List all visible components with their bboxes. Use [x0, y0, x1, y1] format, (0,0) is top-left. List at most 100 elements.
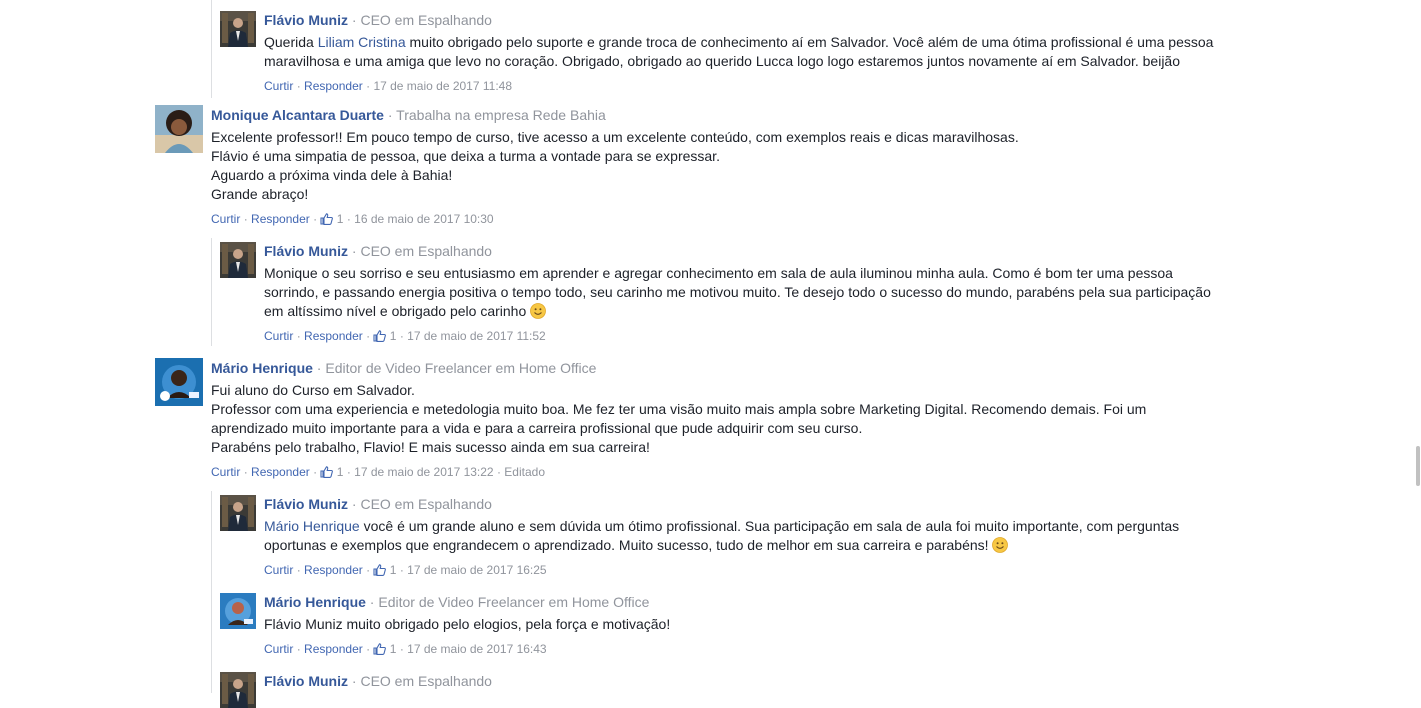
comment-text: Querida: [264, 34, 318, 50]
like-count[interactable]: 1: [390, 563, 397, 577]
separator: ·: [243, 212, 248, 226]
thread-line: [211, 491, 212, 693]
like-button[interactable]: Curtir: [264, 79, 293, 93]
separator: ·: [313, 465, 318, 479]
author-role: CEO em Espalhando: [360, 496, 492, 512]
like-icon[interactable]: [373, 330, 386, 342]
separator: ·: [399, 563, 404, 577]
comment-text: Professor com uma experiencia e metedolo…: [211, 401, 1147, 417]
timestamp[interactable]: 17 de maio de 2017 13:22: [354, 465, 493, 479]
scrollbar-thumb[interactable]: [1416, 446, 1420, 486]
separator: ·: [296, 642, 301, 656]
separator: ·: [296, 79, 301, 93]
comment-text: Grande abraço!: [211, 186, 309, 202]
thread-line: [211, 238, 212, 346]
mention-link[interactable]: Liliam Cristina: [318, 34, 406, 50]
comment-text: sorrindo, e passando energia positiva o …: [264, 284, 1211, 300]
author-name[interactable]: Mário Henrique: [264, 594, 366, 610]
comment-text: muito obrigado pelo suporte e grande tro…: [405, 34, 1214, 50]
reply-button[interactable]: Responder: [304, 642, 363, 656]
author-name[interactable]: Flávio Muniz: [264, 673, 348, 689]
separator: ·: [296, 563, 301, 577]
author-name[interactable]: Mário Henrique: [211, 360, 313, 376]
avatar[interactable]: [220, 672, 256, 708]
separator: ·: [351, 243, 357, 259]
like-icon[interactable]: [320, 466, 333, 478]
separator: ·: [366, 79, 371, 93]
author-role: Editor de Video Freelancer em Home Offic…: [378, 594, 650, 610]
comment-text: maravilhosa e uma amiga que levo no cora…: [264, 53, 1181, 69]
author-name[interactable]: Flávio Muniz: [264, 12, 348, 28]
reply-button[interactable]: Responder: [304, 329, 363, 343]
separator: ·: [387, 107, 393, 123]
avatar[interactable]: [220, 242, 256, 278]
comment-text: você é um grande aluno e sem dúvida um ó…: [359, 518, 1180, 534]
timestamp[interactable]: 17 de maio de 2017 16:25: [407, 563, 546, 577]
avatar[interactable]: [220, 11, 256, 47]
smile-emoji-icon: [992, 537, 1008, 553]
separator: ·: [346, 465, 351, 479]
separator: ·: [399, 329, 404, 343]
comment-text: em altíssimo nível e obrigado pelo carin…: [264, 303, 531, 319]
separator: ·: [316, 360, 322, 376]
separator: ·: [399, 642, 404, 656]
reply-button[interactable]: Responder: [304, 563, 363, 577]
separator: ·: [366, 563, 371, 577]
separator: ·: [351, 673, 357, 689]
separator: ·: [351, 496, 357, 512]
mention-link[interactable]: Mário Henrique: [264, 518, 360, 534]
comment-text: Fui aluno do Curso em Salvador.: [211, 382, 415, 398]
avatar[interactable]: [220, 593, 256, 629]
like-button[interactable]: Curtir: [264, 563, 293, 577]
author-role: CEO em Espalhando: [360, 673, 492, 689]
author-name[interactable]: Monique Alcantara Duarte: [211, 107, 384, 123]
reply-button[interactable]: Responder: [304, 79, 363, 93]
separator: ·: [243, 465, 248, 479]
smile-emoji-icon: [530, 303, 546, 319]
author-role: Trabalha na empresa Rede Bahia: [396, 107, 606, 123]
comment-text: oportunas e exemplos que engrandecem o a…: [264, 537, 993, 553]
avatar[interactable]: [155, 105, 203, 153]
comment-text: Parabéns pelo trabalho, Flavio! E mais s…: [211, 439, 650, 455]
separator: ·: [496, 465, 501, 479]
separator: ·: [369, 594, 375, 610]
reply-button[interactable]: Responder: [251, 465, 310, 479]
like-count[interactable]: 1: [337, 212, 344, 226]
separator: ·: [366, 329, 371, 343]
scrollbar-track[interactable]: [1413, 0, 1421, 693]
like-button[interactable]: Curtir: [211, 212, 240, 226]
separator: ·: [366, 642, 371, 656]
reply-button[interactable]: Responder: [251, 212, 310, 226]
comment-text: Aguardo a próxima vinda dele à Bahia!: [211, 167, 453, 183]
like-button[interactable]: Curtir: [264, 329, 293, 343]
comment-text: Excelente professor!! Em pouco tempo de …: [211, 129, 1019, 145]
like-button[interactable]: Curtir: [264, 642, 293, 656]
like-button[interactable]: Curtir: [211, 465, 240, 479]
comment-text: Flávio é uma simpatia de pessoa, que dei…: [211, 148, 720, 164]
thread-line: [211, 0, 212, 98]
author-role: CEO em Espalhando: [360, 12, 492, 28]
author-name[interactable]: Flávio Muniz: [264, 243, 348, 259]
avatar[interactable]: [220, 495, 256, 531]
author-role: CEO em Espalhando: [360, 243, 492, 259]
separator: ·: [351, 12, 357, 28]
like-icon[interactable]: [373, 564, 386, 576]
like-icon[interactable]: [373, 643, 386, 655]
comment-text: aprendizado muito importante para a vida…: [211, 420, 863, 436]
timestamp[interactable]: 17 de maio de 2017 11:48: [373, 79, 512, 93]
author-role: Editor de Video Freelancer em Home Offic…: [325, 360, 597, 376]
like-count[interactable]: 1: [390, 642, 397, 656]
comment-text: Monique o seu sorriso e seu entusiasmo e…: [264, 265, 1173, 281]
author-name[interactable]: Flávio Muniz: [264, 496, 348, 512]
like-count[interactable]: 1: [390, 329, 397, 343]
like-count[interactable]: 1: [337, 465, 344, 479]
separator: ·: [296, 329, 301, 343]
timestamp[interactable]: 16 de maio de 2017 10:30: [354, 212, 493, 226]
like-icon[interactable]: [320, 213, 333, 225]
edited-label[interactable]: Editado: [504, 465, 545, 479]
separator: ·: [313, 212, 318, 226]
timestamp[interactable]: 17 de maio de 2017 11:52: [407, 329, 546, 343]
avatar[interactable]: [155, 358, 203, 406]
timestamp[interactable]: 17 de maio de 2017 16:43: [407, 642, 546, 656]
separator: ·: [346, 212, 351, 226]
